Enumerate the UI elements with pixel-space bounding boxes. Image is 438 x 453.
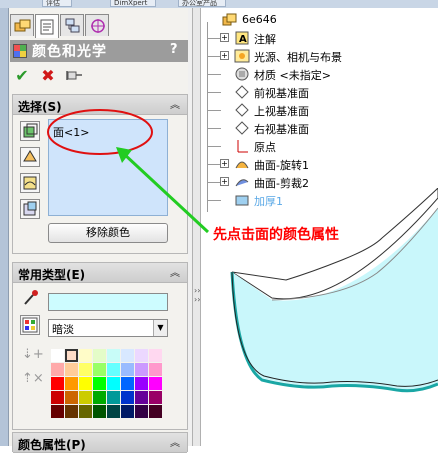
highlight-ellipse xyxy=(47,109,153,155)
pointer-arrow xyxy=(122,152,210,234)
annotation-text: 先点击面的颜色属性 xyxy=(213,227,339,243)
annotation-overlay xyxy=(47,109,210,234)
